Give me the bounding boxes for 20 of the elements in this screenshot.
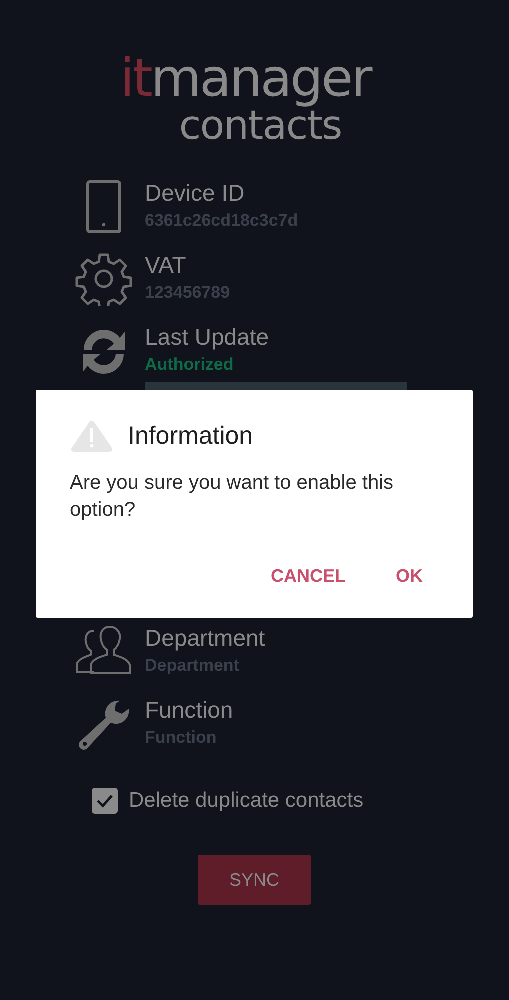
field-label: Department — [145, 624, 266, 653]
check-icon — [96, 794, 114, 808]
warning-icon — [70, 420, 114, 452]
dialog-title: Information — [128, 422, 254, 450]
logo-wordmark: itmanager — [120, 52, 371, 106]
field-label: Function — [145, 696, 234, 725]
phone-icon — [86, 180, 122, 234]
cancel-button[interactable]: CANCEL — [259, 560, 358, 593]
checkbox[interactable] — [92, 788, 118, 814]
field-value: Authorized — [145, 354, 235, 376]
field-label: Last Update — [145, 323, 270, 352]
people-icon — [76, 625, 132, 675]
gear-icon — [75, 252, 133, 306]
field-label: Device ID — [145, 179, 246, 208]
field-label: VAT — [145, 251, 188, 280]
logo-subtitle: contacts — [179, 106, 342, 146]
ok-button[interactable]: OK — [384, 560, 435, 593]
dialog-message: Are you sure you want to enable this option? — [70, 471, 395, 523]
checkbox-label: Delete duplicate contacts — [129, 789, 364, 813]
sync-button[interactable]: SYNC — [198, 855, 311, 905]
